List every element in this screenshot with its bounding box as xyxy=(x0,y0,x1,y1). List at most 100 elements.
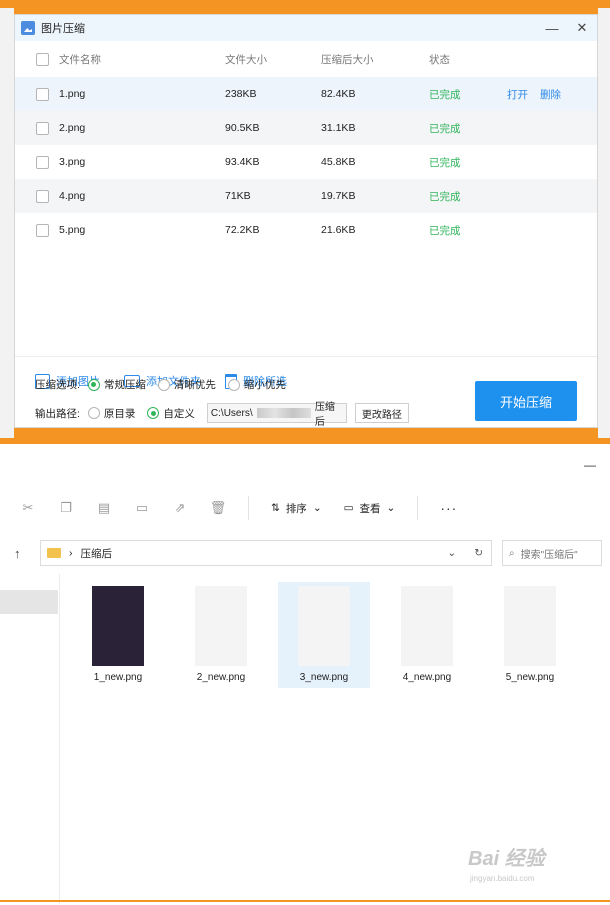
path-prefix: C:\Users\ xyxy=(210,407,253,419)
row-checkbox[interactable] xyxy=(36,121,49,135)
file-name: 2.png xyxy=(59,122,86,134)
status-text: 已完成 xyxy=(429,122,461,135)
radio-normal[interactable]: 常规压缩 xyxy=(87,377,146,392)
radio-label: 常规压缩 xyxy=(103,379,146,391)
compressor-screenshot: 图片压缩 — ✕ 文件名称 文件大小 压缩后大小 状态 1.png 238KB … xyxy=(0,0,610,452)
redacted-path xyxy=(256,408,311,418)
delete-icon[interactable]: 🗑 xyxy=(210,500,227,516)
more-button[interactable]: ··· xyxy=(440,500,457,516)
row-checkbox[interactable] xyxy=(36,155,49,169)
status-text: 已完成 xyxy=(429,190,461,203)
paste-icon[interactable]: ▤ xyxy=(96,500,112,516)
col-compressed-header: 压缩后大小 xyxy=(321,53,374,66)
col-status-header: 状态 xyxy=(429,53,450,66)
breadcrumb-separator-icon: › xyxy=(69,547,73,559)
col-size-header: 文件大小 xyxy=(225,53,267,66)
file-name: 5.png xyxy=(59,224,86,236)
radio-label: 缩小优先 xyxy=(243,379,286,391)
image-thumbnail xyxy=(504,586,556,666)
row-checkbox[interactable] xyxy=(36,223,49,237)
copy-icon[interactable]: ❐ xyxy=(58,500,74,516)
status-text: 已完成 xyxy=(429,156,461,169)
address-bar[interactable]: › 压缩后 ⌄ ↻ xyxy=(40,540,492,566)
file-name: 4.png xyxy=(59,190,86,202)
compress-options-label: 压缩选项: xyxy=(35,379,80,391)
radio-clarity[interactable]: 清晰优先 xyxy=(157,377,216,392)
path-suffix: 压缩后 xyxy=(314,402,335,428)
open-link[interactable]: 打开 xyxy=(507,87,528,102)
rename-icon[interactable]: ▭ xyxy=(134,500,150,516)
radio-label: 原目录 xyxy=(103,407,136,420)
address-row: ↑ › 压缩后 ⌄ ↻ ⌕ 搜索"压缩后" xyxy=(0,538,610,568)
view-button[interactable]: ▭ 查看 ⌄ xyxy=(344,501,396,516)
minimize-button[interactable]: — xyxy=(537,15,567,41)
compress-options: 压缩选项: 常规压缩 清晰优先 缩小优先 xyxy=(35,377,290,392)
radio-dot xyxy=(147,407,160,419)
command-bar: ✂ ❐ ▤ ▭ ⇗ 🗑 ⇅ 排序 ⌄ ▭ 查看 ⌄ ··· xyxy=(0,486,610,530)
table-empty-area xyxy=(15,247,597,357)
radio-label: 清晰优先 xyxy=(173,379,216,391)
image-thumbnail xyxy=(298,586,350,666)
share-icon[interactable]: ⇗ xyxy=(172,500,188,516)
table-row[interactable]: 2.png 90.5KB 31.1KB 已完成 xyxy=(15,111,597,145)
radio-custom-dir[interactable]: 自定义 xyxy=(147,406,195,421)
breadcrumb[interactable]: 压缩后 xyxy=(81,546,113,561)
cut-icon[interactable]: ✂ xyxy=(20,500,36,516)
compressed-size: 21.6KB xyxy=(321,224,356,236)
select-all-checkbox[interactable] xyxy=(36,52,49,66)
search-icon: ⌕ xyxy=(509,547,515,559)
title-bar: 图片压缩 — ✕ xyxy=(15,15,597,41)
table-header: 文件名称 文件大小 压缩后大小 状态 xyxy=(15,41,597,77)
sort-icon: ⇅ xyxy=(271,502,280,514)
file-size: 238KB xyxy=(225,88,257,100)
minimize-icon[interactable]: — xyxy=(584,458,596,472)
file-item[interactable]: 4_new.png xyxy=(381,582,473,688)
file-name: 2_new.png xyxy=(196,672,246,683)
file-item[interactable]: 5_new.png xyxy=(484,582,576,688)
explorer-screenshot: — ✂ ❐ ▤ ▭ ⇗ 🗑 ⇅ 排序 ⌄ ▭ 查看 ⌄ ··· ↑ › 压缩后 … xyxy=(0,452,610,905)
close-button[interactable]: ✕ xyxy=(567,15,597,41)
radio-smaller[interactable]: 缩小优先 xyxy=(227,377,286,392)
file-name: 3.png xyxy=(59,156,86,168)
file-size: 90.5KB xyxy=(225,122,260,134)
refresh-icon[interactable]: ↻ xyxy=(474,547,483,559)
nav-selected-item[interactable] xyxy=(0,590,58,614)
row-checkbox[interactable] xyxy=(36,189,49,203)
file-item[interactable]: 1_new.png xyxy=(72,582,164,688)
radio-dot xyxy=(87,378,100,391)
sort-button[interactable]: ⇅ 排序 ⌄ xyxy=(271,501,322,516)
view-label: 查看 xyxy=(359,502,381,515)
folder-icon xyxy=(47,548,61,558)
table-row[interactable]: 3.png 93.4KB 45.8KB 已完成 xyxy=(15,145,597,179)
chevron-down-icon: ⌄ xyxy=(312,502,322,514)
delete-link[interactable]: 删除 xyxy=(540,87,561,102)
file-item[interactable]: 2_new.png xyxy=(175,582,267,688)
file-name: 1.png xyxy=(59,88,86,100)
status-text: 已完成 xyxy=(429,88,461,101)
chevron-down-icon[interactable]: ⌄ xyxy=(447,547,456,559)
up-arrow-icon[interactable]: ↑ xyxy=(14,546,34,561)
watermark-url: jingyan.baidu.com xyxy=(470,874,535,883)
file-name: 5_new.png xyxy=(505,672,555,683)
baidu-watermark: Bai 经验 xyxy=(468,848,545,870)
frame-bottom-strip xyxy=(0,444,610,452)
output-path-row: 输出路径: 原目录 自定义 C:\Users\ 压缩后 更改路径 xyxy=(35,402,409,428)
file-size: 72.2KB xyxy=(225,224,260,236)
radio-original-dir[interactable]: 原目录 xyxy=(87,406,136,421)
window-title: 图片压缩 xyxy=(41,23,85,35)
table-row[interactable]: 4.png 71KB 19.7KB 已完成 xyxy=(15,179,597,213)
row-checkbox[interactable] xyxy=(36,87,49,101)
change-path-button[interactable]: 更改路径 xyxy=(354,403,409,423)
radio-label: 自定义 xyxy=(163,407,195,420)
start-compress-button[interactable]: 开始压缩 xyxy=(475,381,577,421)
file-size: 71KB xyxy=(225,190,251,202)
divider xyxy=(248,496,249,520)
table-row[interactable]: 1.png 238KB 82.4KB 已完成 打开 删除 xyxy=(15,77,597,111)
output-path-field[interactable]: C:\Users\ 压缩后 xyxy=(206,402,347,428)
search-box[interactable]: ⌕ 搜索"压缩后" xyxy=(502,540,602,566)
file-item-selected[interactable]: 3_new.png xyxy=(278,582,370,688)
table-row[interactable]: 5.png 72.2KB 21.6KB 已完成 xyxy=(15,213,597,247)
image-thumbnail xyxy=(195,586,247,666)
navigation-pane[interactable] xyxy=(0,574,60,904)
compress-dialog: 图片压缩 — ✕ 文件名称 文件大小 压缩后大小 状态 1.png 238KB … xyxy=(14,14,598,428)
